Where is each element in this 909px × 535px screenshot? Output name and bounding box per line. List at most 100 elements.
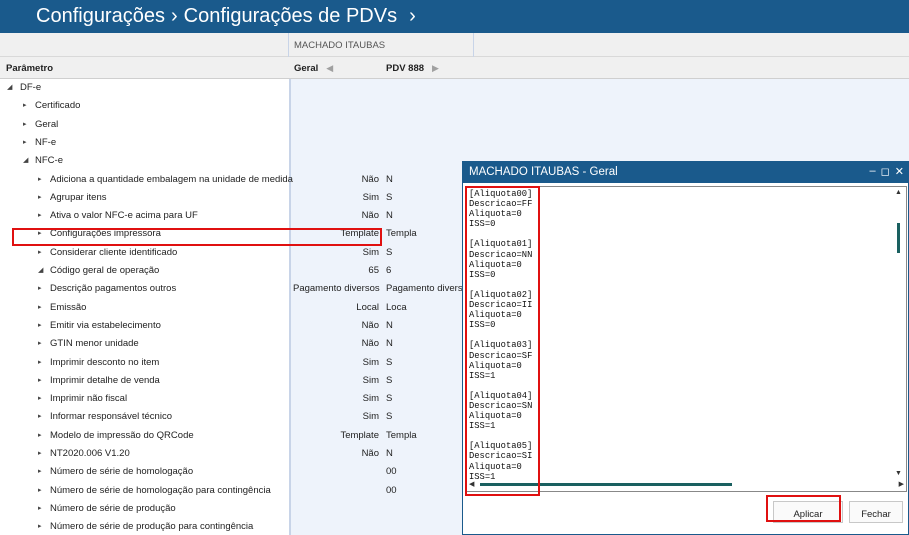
geral-value[interactable]: 65 — [293, 265, 379, 276]
geral-value[interactable]: Não — [293, 448, 379, 459]
breadcrumb-next-icon[interactable]: › — [409, 5, 416, 28]
geral-value[interactable]: Sim — [293, 192, 379, 203]
expand-arrow-icon[interactable]: ▸ — [38, 303, 42, 311]
pdv-value[interactable]: 00 — [386, 485, 397, 496]
geral-value[interactable]: Pagamento diversos — [293, 283, 380, 294]
column-pdv[interactable]: PDV 888 ▶ — [386, 63, 439, 74]
tree-row-label: NT2020.006 V1.20 — [50, 448, 130, 459]
tree-row-label: Agrupar itens — [50, 191, 107, 203]
close-button[interactable]: Fechar — [849, 501, 903, 523]
tree-row[interactable]: ◢ DF-e — [0, 79, 909, 97]
highlight-apply-button — [766, 495, 841, 522]
vertical-scroll-thumb[interactable] — [897, 223, 900, 253]
pdv-value[interactable]: S — [386, 357, 392, 368]
column-pdv-label: PDV 888 — [386, 63, 425, 74]
geral-value[interactable]: Sim — [293, 375, 379, 386]
geral-value[interactable]: Não — [293, 320, 379, 331]
tree-row-label: Modelo de impressão do QRCode — [50, 429, 194, 441]
pdv-value[interactable]: N — [386, 320, 393, 331]
pdv-value[interactable]: 6 — [386, 265, 391, 276]
geral-value[interactable]: Local — [293, 302, 379, 313]
expand-arrow-icon[interactable]: ▸ — [38, 431, 42, 439]
pdv-value[interactable]: Pagamento divers — [386, 283, 463, 294]
dialog-title-bar[interactable]: MACHADO ITAUBAS - Geral – ◻ ✕ — [463, 162, 908, 183]
expand-arrow-icon[interactable]: ▸ — [38, 394, 42, 402]
pdv-value[interactable]: S — [386, 375, 392, 386]
pdv-value[interactable]: N — [386, 174, 393, 185]
expand-arrow-icon[interactable]: ▸ — [23, 120, 27, 128]
geral-value[interactable]: Sim — [293, 247, 379, 258]
pdv-value[interactable]: 00 — [386, 466, 397, 477]
pdv-value[interactable]: S — [386, 192, 392, 203]
tree-row-label: NF-e — [35, 136, 57, 148]
scroll-up-icon[interactable]: ▲ — [895, 189, 902, 196]
expand-arrow-icon[interactable]: ▸ — [38, 467, 42, 475]
tree-row[interactable]: ▸ Certificado — [0, 97, 909, 115]
breadcrumb-configuracoes-pdvs[interactable]: Configurações de PDVs — [184, 5, 397, 28]
expand-arrow-icon[interactable]: ▸ — [38, 358, 42, 366]
pdv-value[interactable]: Templa — [386, 228, 417, 239]
arrow-left-icon[interactable]: ◀ — [326, 63, 333, 73]
geral-value[interactable]: Sim — [293, 393, 379, 404]
expand-arrow-icon[interactable]: ▸ — [38, 321, 42, 329]
expand-arrow-icon[interactable]: ▸ — [23, 138, 27, 146]
expand-arrow-icon[interactable]: ▸ — [38, 284, 42, 292]
expand-arrow-icon[interactable]: ▸ — [38, 412, 42, 420]
collapse-arrow-icon[interactable]: ◢ — [23, 156, 28, 164]
tree-row[interactable]: ▸ Geral — [0, 116, 909, 134]
tree-row-label: Certificado — [35, 100, 81, 112]
geral-value[interactable]: Não — [293, 210, 379, 221]
tree-row[interactable]: ▸ NF-e — [0, 134, 909, 152]
pdv-value[interactable]: N — [386, 338, 393, 349]
tree-row-label: DF-e — [20, 82, 42, 93]
tree-row-label: Descrição pagamentos outros — [50, 283, 177, 295]
geral-value[interactable]: Sim — [293, 411, 379, 422]
tree-row-label: Considerar cliente identificado — [50, 246, 178, 258]
pdv-value[interactable]: S — [386, 393, 392, 404]
pdv-value[interactable]: N — [386, 210, 393, 221]
collapse-arrow-icon[interactable]: ◢ — [38, 266, 43, 274]
expand-arrow-icon[interactable]: ▸ — [38, 339, 42, 347]
pdv-value[interactable]: Templa — [386, 430, 417, 441]
close-icon[interactable]: ✕ — [895, 165, 904, 178]
breadcrumb-configuracoes[interactable]: Configurações — [36, 5, 165, 28]
store-group-label: MACHADO ITAUBAS — [290, 33, 474, 57]
column-geral[interactable]: Geral ◀ — [294, 63, 333, 74]
collapse-arrow-icon[interactable]: ◢ — [7, 83, 12, 91]
expand-arrow-icon[interactable]: ▸ — [38, 504, 42, 512]
expand-arrow-icon[interactable]: ▸ — [23, 101, 27, 109]
pdv-value[interactable]: Loca — [386, 302, 407, 313]
tree-row-label: Código geral de operação — [50, 265, 160, 276]
pdv-value[interactable]: S — [386, 247, 392, 258]
expand-arrow-icon[interactable]: ▸ — [38, 449, 42, 457]
expand-arrow-icon[interactable]: ▸ — [38, 522, 42, 530]
expand-arrow-icon[interactable]: ▸ — [38, 376, 42, 384]
group-header-row: MACHADO ITAUBAS — [0, 33, 909, 57]
expand-arrow-icon[interactable]: ▸ — [38, 175, 42, 183]
expand-arrow-icon[interactable]: ▸ — [38, 211, 42, 219]
tree-row-label: Emissão — [50, 301, 87, 313]
tree-row-label: Emitir via estabelecimento — [50, 319, 161, 331]
geral-value[interactable]: Não — [293, 338, 379, 349]
arrow-right-icon[interactable]: ▶ — [432, 63, 439, 73]
scroll-down-icon[interactable]: ▼ — [895, 470, 902, 477]
minimize-icon[interactable]: – — [870, 165, 876, 178]
tree-row-label: Número de série de homologação para cont… — [50, 484, 271, 496]
tree-row-label: Informar responsável técnico — [50, 411, 172, 423]
maximize-icon[interactable]: ◻ — [881, 165, 890, 178]
pdv-value[interactable]: N — [386, 448, 393, 459]
expand-arrow-icon[interactable]: ▸ — [38, 193, 42, 201]
pdv-value[interactable]: S — [386, 411, 392, 422]
geral-value[interactable]: Sim — [293, 357, 379, 368]
expand-arrow-icon[interactable]: ▸ — [38, 486, 42, 494]
geral-value[interactable]: Template — [293, 430, 379, 441]
dialog-title: MACHADO ITAUBAS - Geral — [469, 166, 618, 178]
geral-value[interactable]: Não — [293, 174, 379, 185]
scroll-right-icon[interactable]: ▶ — [899, 480, 904, 488]
tree-row-label: Imprimir detalhe de venda — [50, 374, 160, 386]
column-parametro[interactable]: Parâmetro — [6, 63, 53, 74]
page-header: Configurações › Configurações de PDVs › — [0, 0, 909, 33]
tree-row-label: Geral — [35, 118, 59, 130]
expand-arrow-icon[interactable]: ▸ — [38, 248, 42, 256]
vertical-scrollbar[interactable]: ▲ ▼ — [892, 187, 906, 479]
